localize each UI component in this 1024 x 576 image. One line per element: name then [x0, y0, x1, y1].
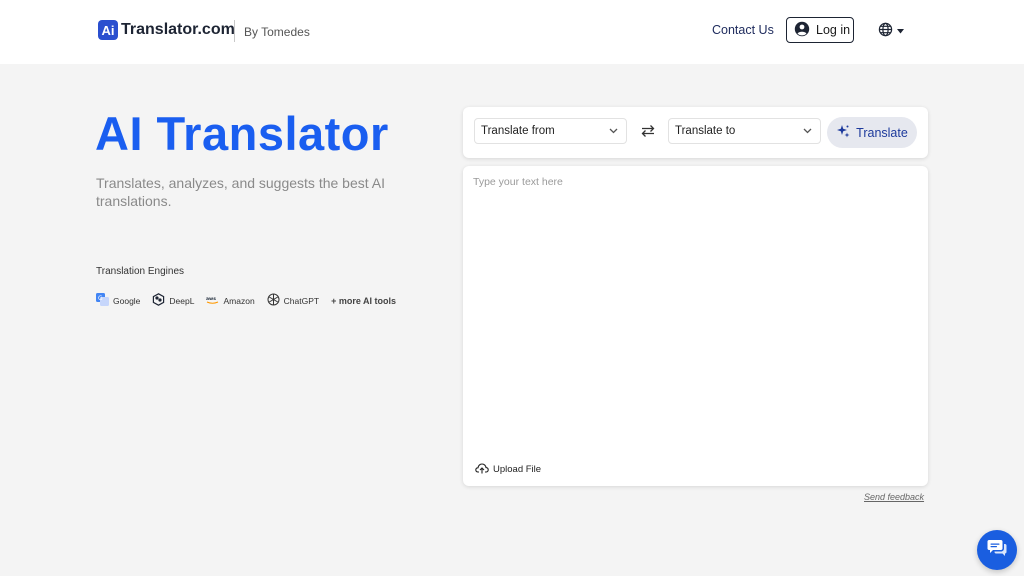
sparkle-icon	[836, 124, 850, 141]
source-text-panel: Upload File	[463, 166, 928, 486]
swap-languages-button[interactable]	[638, 123, 658, 143]
globe-icon	[878, 22, 893, 39]
caret-down-icon	[897, 26, 904, 36]
translate-to-label: Translate to	[675, 125, 736, 137]
upload-file-label: Upload File	[493, 464, 542, 475]
page-subtitle: Translates, analyzes, and suggests the b…	[96, 175, 385, 209]
engine-label: Amazon	[223, 295, 255, 306]
engine-amazon: aws Amazon	[206, 295, 254, 307]
engine-label: ChatGPT	[283, 295, 320, 306]
engine-google: G Google	[96, 293, 140, 308]
send-feedback-link[interactable]: Send feedback	[864, 492, 924, 502]
translator-toolbar: Translate from Translate to Translate	[463, 107, 928, 158]
chat-bubble-icon	[987, 539, 1007, 562]
logo-badge[interactable]: Ai	[98, 20, 118, 40]
engines-list: G Google DeepL aws Amazon ChatGPT + more…	[96, 293, 396, 308]
engine-deepl: DeepL	[152, 293, 194, 308]
contact-us-link[interactable]: Contact Us	[712, 23, 774, 37]
engine-label: DeepL	[169, 295, 195, 306]
source-text-input[interactable]	[473, 176, 918, 446]
chatgpt-icon	[267, 293, 280, 308]
by-tomedes: By Tomedes	[244, 25, 310, 39]
more-ai-tools-link[interactable]: + more AI tools	[331, 296, 396, 306]
aws-icon: aws	[206, 295, 219, 307]
engines-label: Translation Engines	[96, 266, 185, 277]
language-selector[interactable]	[878, 22, 904, 39]
chevron-down-icon	[609, 125, 618, 137]
deepl-icon	[152, 293, 165, 308]
engine-label: Google	[113, 295, 141, 306]
svg-text:aws: aws	[206, 297, 216, 302]
google-translate-icon: G	[96, 293, 109, 308]
chat-widget-button[interactable]	[977, 530, 1017, 570]
login-button[interactable]: Log in	[786, 17, 854, 43]
swap-arrows-icon	[640, 124, 656, 143]
translate-button-label: Translate	[856, 125, 908, 140]
engine-chatgpt: ChatGPT	[267, 293, 319, 308]
logo-text[interactable]: Translator.com	[121, 21, 235, 39]
upload-file-button[interactable]: Upload File	[475, 462, 541, 477]
page-title: AI Translator	[95, 107, 389, 160]
login-label: Log in	[816, 23, 851, 37]
translate-button[interactable]: Translate	[827, 117, 917, 148]
chevron-down-icon	[803, 125, 812, 137]
translate-to-select[interactable]: Translate to	[668, 118, 821, 144]
logo-divider	[234, 20, 235, 42]
svg-text:G: G	[98, 295, 103, 302]
translate-from-select[interactable]: Translate from	[474, 118, 627, 144]
translate-from-label: Translate from	[481, 125, 555, 137]
user-circle-icon	[794, 21, 810, 40]
top-header: Ai Translator.com By Tomedes Contact Us …	[0, 0, 1024, 64]
cloud-upload-icon	[475, 462, 489, 477]
